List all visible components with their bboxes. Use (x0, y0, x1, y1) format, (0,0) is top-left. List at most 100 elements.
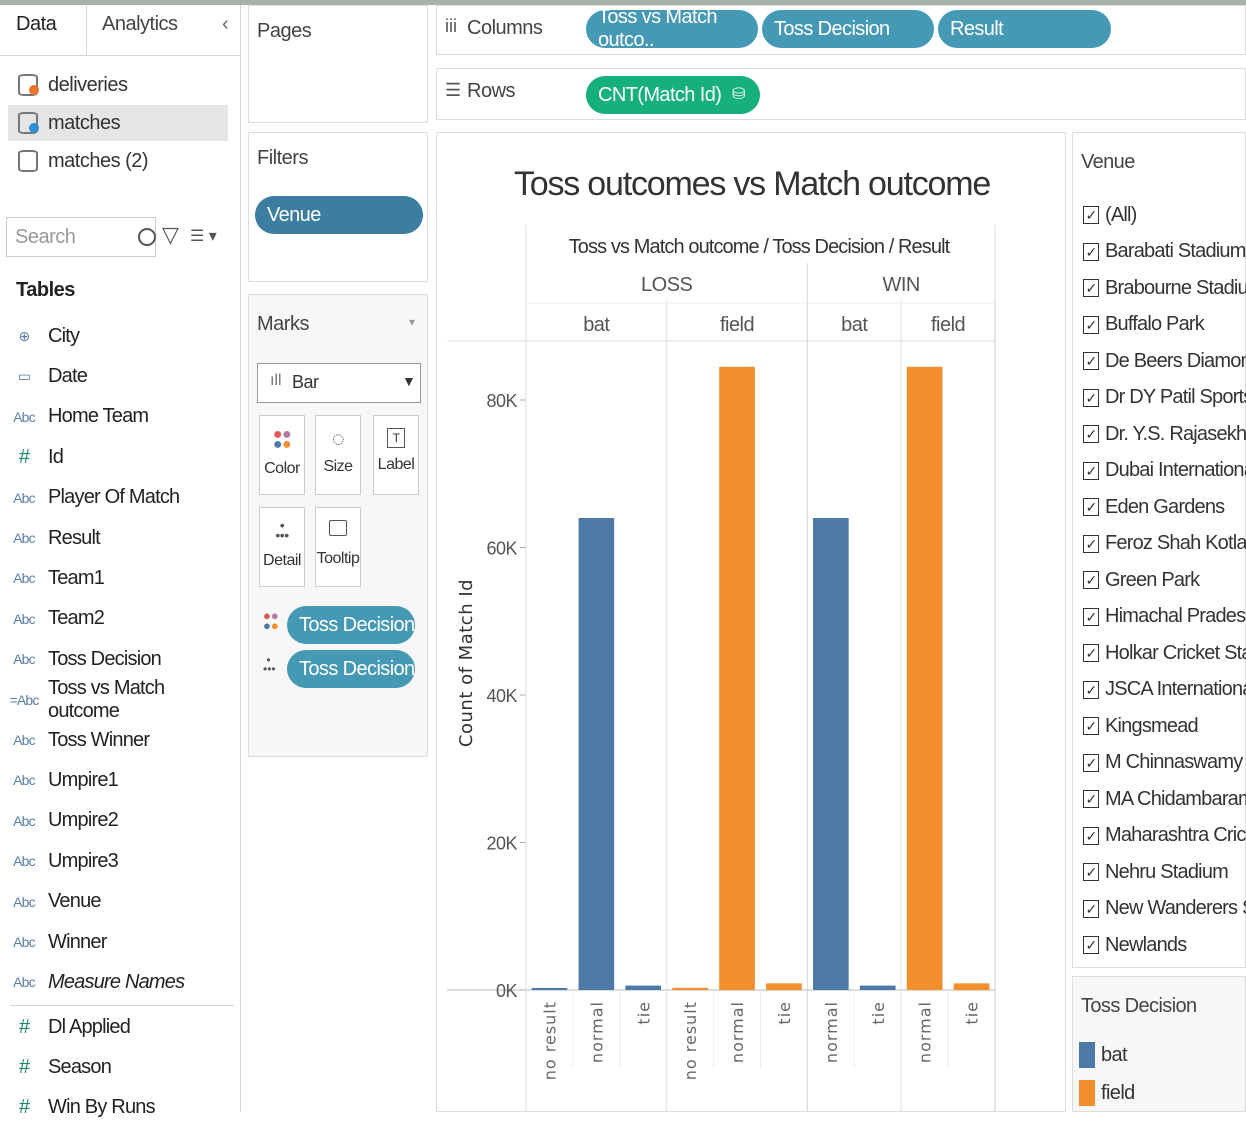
field-city[interactable]: ⊕ City (0, 317, 236, 355)
bar-loss-field-no-result[interactable] (672, 987, 708, 990)
checkbox-checked-icon[interactable]: ✓ (1083, 571, 1099, 589)
field-id[interactable]: # Id (0, 438, 236, 476)
pages-shelf[interactable]: Pages (248, 5, 428, 123)
checkbox-checked-icon[interactable]: ✓ (1083, 352, 1099, 370)
checkbox-checked-icon[interactable]: ✓ (1083, 899, 1099, 918)
venue-option-de-beers-diamond[interactable]: ✓ De Beers Diamond ... (1083, 343, 1246, 379)
venue-option-buffalo-park[interactable]: ✓ Buffalo Park (1083, 307, 1246, 343)
checkbox-checked-icon[interactable]: ✓ (1083, 863, 1099, 881)
columns-pill-toss-decision[interactable]: Toss Decision (762, 10, 934, 48)
bar-loss-bat-no-result[interactable] (531, 988, 568, 990)
bar-win-bat-normal[interactable] (813, 518, 849, 990)
checkbox-checked-icon[interactable]: ✓ (1083, 607, 1099, 626)
checkbox-checked-icon[interactable]: ✓ (1083, 279, 1099, 297)
datasource-matches-2[interactable]: matches (2) (8, 143, 228, 179)
datasource-deliveries[interactable]: deliveries (8, 67, 228, 103)
venue-option-ma-chidambaram-s[interactable]: ✓ MA Chidambaram S... (1083, 781, 1246, 817)
checkbox-checked-icon[interactable]: ✓ (1083, 644, 1099, 662)
size-button[interactable]: ◌ Size (315, 415, 361, 495)
field-home-team[interactable]: Abc Home Team (0, 398, 236, 436)
venue-option-eden-gardens[interactable]: ✓ Eden Gardens (1083, 489, 1246, 525)
rows-shelf[interactable]: ☰ Rows CNT(Match Id) ⛁ (436, 68, 1246, 120)
columns-pill-result[interactable]: Result (938, 10, 1111, 48)
detail-button[interactable]: • ••• Detail (259, 507, 305, 587)
field-umpire2[interactable]: Abc Umpire2 (0, 802, 236, 840)
venue-option-holkar-cricket-stad[interactable]: ✓ Holkar Cricket Stad... (1083, 635, 1246, 671)
checkbox-checked-icon[interactable]: ✓ (1083, 680, 1099, 699)
venue-option-all[interactable]: ✓ (All) (1083, 197, 1246, 233)
checkbox-checked-icon[interactable]: ✓ (1083, 206, 1099, 224)
bar-win-bat-tie[interactable] (859, 985, 896, 990)
tab-analytics[interactable]: Analytics (102, 13, 178, 36)
field-toss-winner[interactable]: Abc Toss Winner (0, 721, 236, 759)
field-date[interactable]: ▭ Date (0, 357, 236, 395)
search-input[interactable]: Search (6, 217, 156, 257)
venue-option-new-wanderers-st[interactable]: ✓ New Wanderers St... (1083, 891, 1246, 927)
bar-loss-bat-normal[interactable] (578, 518, 615, 990)
venue-option-dr-dy-patil-sports[interactable]: ✓ Dr DY Patil Sports ... (1083, 380, 1246, 416)
columns-pill-toss-vs-match[interactable]: Toss vs Match outco.. (586, 6, 758, 51)
field-team2[interactable]: Abc Team2 (0, 600, 236, 638)
measure-season[interactable]: # Season (0, 1048, 236, 1086)
venue-option-barabati-stadium[interactable]: ✓ Barabati Stadium (1083, 234, 1246, 270)
bar-win-field-normal[interactable] (906, 366, 943, 990)
measure-dl-applied[interactable]: # Dl Applied (0, 1008, 236, 1046)
venue-option-maharashtra-cricke[interactable]: ✓ Maharashtra Cricke... (1083, 818, 1246, 854)
field-toss-vs-match-outcome[interactable]: =Abc Toss vs Match outcome (0, 677, 236, 722)
field-toss-decision[interactable]: Abc Toss Decision (0, 640, 236, 678)
field-umpire1[interactable]: Abc Umpire1 (0, 761, 236, 799)
bar-loss-field-tie[interactable] (766, 983, 802, 990)
checkbox-checked-icon[interactable]: ✓ (1083, 461, 1099, 480)
label-button[interactable]: T Label (373, 415, 419, 495)
bar-win-field-tie[interactable] (953, 983, 990, 990)
venue-option-brabourne-stadium[interactable]: ✓ Brabourne Stadium (1083, 270, 1246, 306)
checkbox-checked-icon[interactable]: ✓ (1083, 388, 1099, 407)
collapse-pane-icon[interactable]: ‹ (222, 13, 229, 36)
venue-option-feroz-shah-kotla[interactable]: ✓ Feroz Shah Kotla (1083, 526, 1246, 562)
detail-pill-toss-decision[interactable]: Toss Decision (287, 650, 415, 688)
venue-option-m-chinnaswamy-st[interactable]: ✓ M Chinnaswamy St... (1083, 745, 1246, 781)
checkbox-checked-icon[interactable]: ✓ (1083, 790, 1099, 808)
filter-pill-venue[interactable]: Venue (255, 196, 423, 234)
marks-menu-icon[interactable]: ▾ (409, 315, 415, 329)
venue-option-newlands[interactable]: ✓ Newlands (1083, 927, 1246, 963)
bar-loss-bat-tie[interactable] (625, 985, 662, 990)
venue-option-dubai-international[interactable]: ✓ Dubai International... (1083, 453, 1246, 489)
field-venue[interactable]: Abc Venue (0, 883, 236, 921)
filter-fields-icon[interactable]: ▽ (162, 222, 179, 248)
field-measure-names[interactable]: Abc Measure Names (0, 963, 236, 1001)
checkbox-checked-icon[interactable]: ✓ (1083, 425, 1099, 443)
checkbox-checked-icon[interactable]: ✓ (1083, 498, 1099, 516)
venue-option-kingsmead[interactable]: ✓ Kingsmead (1083, 708, 1246, 744)
field-team1[interactable]: Abc Team1 (0, 559, 236, 597)
filters-shelf[interactable]: Filters Venue (248, 132, 428, 282)
venue-option-dr-y-s-rajasekhar[interactable]: ✓ Dr. Y.S. Rajasekhar... (1083, 416, 1246, 452)
tooltip-button[interactable]: Tooltip (315, 507, 361, 587)
columns-shelf[interactable]: iii Columns Toss vs Match outco.. Toss D… (436, 5, 1246, 55)
datasource-matches[interactable]: matches (8, 105, 228, 141)
bar-loss-field-normal[interactable] (719, 366, 755, 990)
field-player-of-match[interactable]: Abc Player Of Match (0, 479, 236, 517)
checkbox-checked-icon[interactable]: ✓ (1083, 826, 1099, 845)
field-umpire3[interactable]: Abc Umpire3 (0, 842, 236, 880)
color-button[interactable]: ●● ●● Color (259, 415, 305, 495)
checkbox-checked-icon[interactable]: ✓ (1083, 753, 1099, 772)
tab-data[interactable]: Data (16, 13, 57, 36)
checkbox-checked-icon[interactable]: ✓ (1083, 936, 1099, 954)
venue-option-himachal-pradesh-c[interactable]: ✓ Himachal Pradesh C... (1083, 599, 1246, 635)
checkbox-checked-icon[interactable]: ✓ (1083, 717, 1099, 735)
mark-type-select[interactable]: ıll Bar ▼ (257, 363, 421, 403)
legend-item-bat[interactable]: bat (1079, 1039, 1128, 1071)
legend-item-field[interactable]: field (1079, 1077, 1135, 1109)
measure-win-by-runs[interactable]: # Win By Runs (0, 1089, 236, 1127)
field-winner[interactable]: Abc Winner (0, 923, 236, 961)
color-pill-toss-decision[interactable]: Toss Decision (287, 606, 415, 644)
rows-pill-cnt-match-id[interactable]: CNT(Match Id) ⛁ (586, 76, 760, 114)
checkbox-checked-icon[interactable]: ✓ (1083, 315, 1099, 334)
checkbox-checked-icon[interactable]: ✓ (1083, 534, 1099, 553)
search-icon[interactable] (138, 228, 156, 246)
venue-option-green-park[interactable]: ✓ Green Park (1083, 562, 1246, 598)
view-options-icon[interactable]: ☰ ▾ (190, 226, 217, 246)
venue-option-nehru-stadium[interactable]: ✓ Nehru Stadium (1083, 854, 1246, 890)
venue-option-jsca-international[interactable]: ✓ JSCA International ... (1083, 672, 1246, 708)
